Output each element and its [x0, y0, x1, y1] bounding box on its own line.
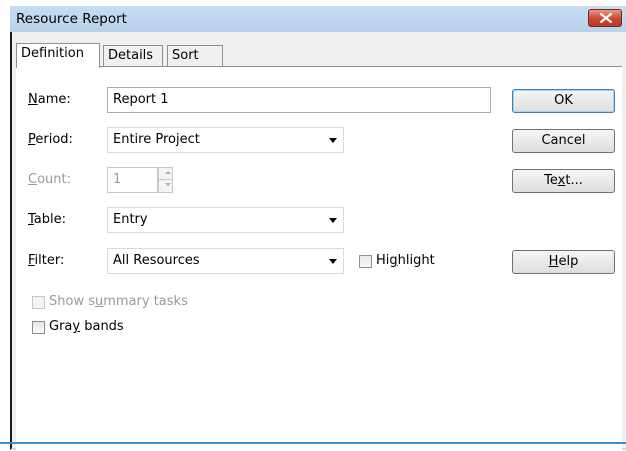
show-summary-tasks-label[interactable]: Show summary tasks — [49, 294, 188, 309]
name-value: Report 1 — [113, 92, 169, 107]
dropdown-arrow-icon — [329, 138, 337, 143]
count-input[interactable]: 1 — [107, 167, 158, 193]
tab-strip: Definition Details Sort — [16, 43, 616, 68]
ok-button-label: OK — [554, 93, 573, 108]
definition-panel: Name: Report 1 Period: Entire Project Co… — [16, 66, 622, 451]
spin-up-button[interactable] — [159, 168, 172, 180]
period-dropdown[interactable]: Entire Project — [107, 127, 344, 153]
resource-report-dialog: Resource Report Definition Details Sort … — [10, 6, 626, 451]
tab-definition[interactable]: Definition — [16, 43, 100, 68]
table-dropdown[interactable]: Entry — [107, 207, 344, 233]
filter-label: Filter: — [28, 253, 65, 268]
show-summary-tasks-checkbox[interactable] — [32, 296, 45, 309]
cancel-button-label: Cancel — [541, 133, 586, 148]
table-value: Entry — [113, 212, 148, 227]
spin-down-icon — [165, 183, 171, 186]
name-label: Name: — [28, 92, 71, 107]
count-value: 1 — [113, 172, 122, 187]
spin-down-button[interactable] — [159, 180, 172, 192]
ok-button[interactable]: OK — [512, 89, 615, 113]
close-button[interactable] — [588, 9, 622, 27]
dropdown-arrow-icon — [329, 259, 337, 264]
text-button-label: Text... — [544, 173, 583, 188]
name-input[interactable]: Report 1 — [107, 87, 491, 113]
help-button-label: Help — [548, 254, 579, 269]
period-label: Period: — [28, 132, 73, 147]
gray-bands-checkbox[interactable] — [32, 321, 45, 334]
highlight-checkbox[interactable] — [359, 255, 372, 268]
tab-sort-label: Sort — [172, 48, 199, 63]
filter-dropdown[interactable]: All Resources — [107, 248, 344, 274]
highlight-label[interactable]: Highlight — [376, 253, 435, 268]
dialog-client-area: Definition Details Sort Name: Report 1 P… — [10, 32, 626, 451]
window-title: Resource Report — [16, 11, 127, 27]
cancel-button[interactable]: Cancel — [512, 129, 615, 153]
gray-bands-label[interactable]: Gray bands — [49, 319, 124, 334]
table-label: Table: — [28, 212, 67, 227]
tab-details[interactable]: Details — [103, 45, 163, 66]
tab-definition-label: Definition — [21, 46, 84, 61]
tab-details-label: Details — [108, 48, 154, 63]
close-icon — [600, 13, 612, 23]
text-button[interactable]: Text... — [512, 169, 615, 193]
tab-sort[interactable]: Sort — [167, 45, 223, 66]
bottom-accent-line — [0, 442, 626, 444]
period-value: Entire Project — [113, 132, 200, 147]
title-bar[interactable]: Resource Report — [10, 6, 626, 32]
spin-up-icon — [165, 171, 171, 174]
count-spinner[interactable] — [158, 167, 173, 193]
dropdown-arrow-icon — [329, 218, 337, 223]
help-button[interactable]: Help — [512, 250, 615, 274]
count-label: Count: — [28, 172, 71, 187]
filter-value: All Resources — [113, 253, 200, 268]
